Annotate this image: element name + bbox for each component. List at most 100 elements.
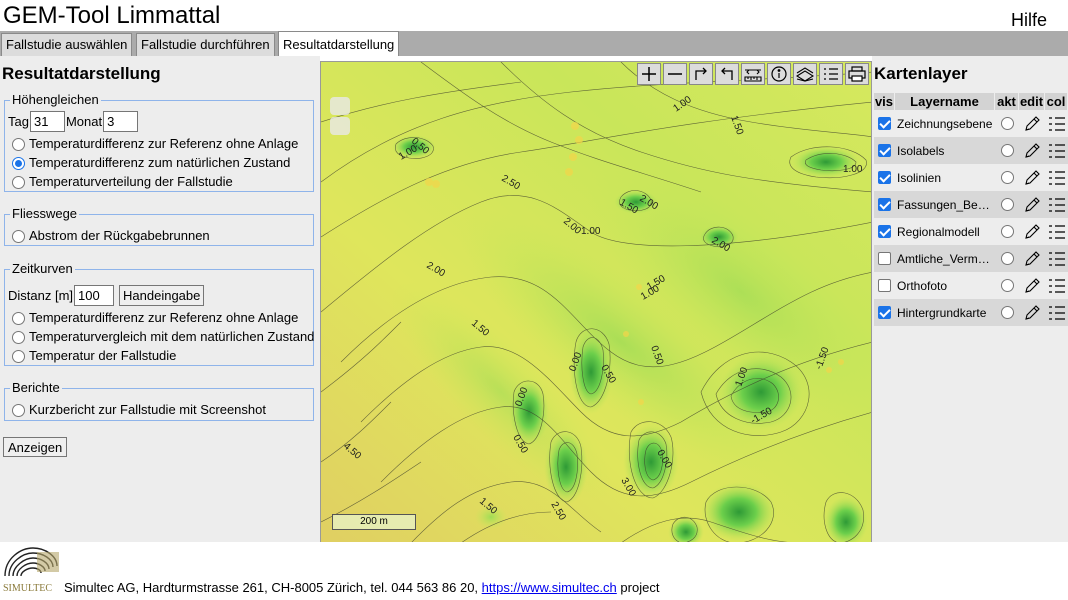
- redo-icon[interactable]: [715, 63, 739, 85]
- layer-active-radio[interactable]: [1000, 225, 1014, 238]
- radio-button[interactable]: [12, 330, 25, 344]
- distanz-input[interactable]: 100: [74, 285, 115, 306]
- radio-button[interactable]: [12, 349, 25, 363]
- tab-fallstudie-auswaehlen[interactable]: Fallstudie auswählen: [1, 33, 133, 56]
- layer-active-radio[interactable]: [1000, 306, 1014, 319]
- pencil-icon[interactable]: [1019, 304, 1045, 322]
- help-link[interactable]: Hilfe: [1011, 9, 1047, 31]
- distanz-row: Distanz [m] 100 Handeingabe: [8, 285, 205, 306]
- radio-option[interactable]: Temperatur der Fallstudie: [12, 348, 176, 364]
- list-icon[interactable]: [1045, 223, 1068, 241]
- list-icon[interactable]: [1045, 142, 1068, 160]
- layer-visibility-checkbox[interactable]: [878, 279, 891, 292]
- monat-input[interactable]: 3: [103, 111, 139, 132]
- map-toolbar: [637, 63, 869, 85]
- layer-visibility-checkbox[interactable]: [878, 252, 891, 265]
- layer-row: Regionalmodell: [874, 218, 1068, 245]
- layer-visibility-checkbox[interactable]: [878, 117, 891, 130]
- layer-row: Zeichnungsebene: [874, 110, 1068, 137]
- header-col: col: [1045, 93, 1068, 110]
- layer-visibility-checkbox[interactable]: [878, 306, 891, 319]
- layer-active-radio[interactable]: [1000, 117, 1014, 130]
- pencil-icon[interactable]: [1019, 196, 1045, 214]
- layer-visibility-checkbox[interactable]: [878, 144, 891, 157]
- website-link[interactable]: https://www.simultec.ch: [482, 580, 617, 595]
- radio-option[interactable]: Temperaturdifferenz zum natürlichen Zust…: [12, 155, 290, 171]
- group-legend: Zeitkurven: [10, 261, 75, 277]
- radio-option[interactable]: Temperaturvergleich mit dem natürlichen …: [12, 329, 314, 345]
- layer-table-header: vis Layername akt edit col: [874, 93, 1068, 110]
- pencil-icon[interactable]: [1019, 277, 1045, 295]
- radio-option[interactable]: Temperaturverteilung der Fallstudie: [12, 174, 233, 190]
- radio-button[interactable]: [12, 175, 25, 189]
- header-vis: vis: [874, 93, 895, 110]
- undo-icon[interactable]: [689, 63, 713, 85]
- layer-name: Isolabels: [897, 143, 945, 158]
- app-window: GEM-Tool Limmattal Hilfe Fallstudie ausw…: [0, 0, 1068, 600]
- layer-active-radio[interactable]: [1000, 171, 1014, 184]
- radio-label: Temperaturverteilung der Fallstudie: [29, 174, 233, 189]
- radio-option[interactable]: Temperaturdifferenz zur Referenz ohne An…: [12, 310, 298, 326]
- zoom-in-icon[interactable]: [637, 63, 661, 85]
- list-icon[interactable]: [1045, 250, 1068, 268]
- layer-name: Isolinien: [897, 170, 942, 185]
- radio-button[interactable]: [12, 403, 25, 417]
- layer-name: Amtliche_Vermessung: [897, 251, 995, 266]
- layer-row: Isolabels: [874, 137, 1068, 164]
- layer-active-radio[interactable]: [1000, 198, 1014, 211]
- radio-label: Temperaturvergleich mit dem natürlichen …: [29, 329, 315, 344]
- group-legend: Berichte: [10, 380, 62, 396]
- radio-button[interactable]: [12, 156, 25, 170]
- contour-label: 1.00: [581, 226, 601, 237]
- list-icon[interactable]: [1045, 277, 1068, 295]
- layer-name: Orthofoto: [897, 278, 948, 293]
- tab-fallstudie-durchfuehren[interactable]: Fallstudie durchführen: [136, 33, 275, 56]
- measure-icon[interactable]: [741, 63, 765, 85]
- list-icon[interactable]: [1045, 196, 1068, 214]
- map-zoom-out-button[interactable]: [330, 117, 350, 135]
- list-icon[interactable]: [1045, 115, 1068, 133]
- list-icon[interactable]: [1045, 169, 1068, 187]
- list-icon[interactable]: [819, 63, 843, 85]
- layer-rows: Zeichnungsebene Isolabels Isolinien Fassung…: [874, 110, 1068, 326]
- list-icon[interactable]: [1045, 304, 1068, 322]
- group-legend: Fliesswege: [10, 206, 80, 222]
- radio-label: Temperaturdifferenz zur Referenz ohne An…: [29, 136, 299, 151]
- radio-option[interactable]: Kurzbericht zur Fallstudie mit Screensho…: [12, 402, 266, 418]
- radio-option[interactable]: Abstrom der Rückgabebrunnen: [12, 228, 210, 244]
- layer-active-radio[interactable]: [1000, 144, 1014, 157]
- tab-resultatdarstellung[interactable]: Resultatdarstellung: [278, 31, 400, 56]
- radio-option[interactable]: Temperaturdifferenz zur Referenz ohne An…: [12, 136, 298, 152]
- layer-active-radio[interactable]: [1000, 252, 1014, 265]
- radio-button[interactable]: [12, 229, 25, 243]
- radio-label: Temperatur der Fallstudie: [29, 348, 177, 363]
- radio-button[interactable]: [12, 311, 25, 325]
- pencil-icon[interactable]: [1019, 142, 1045, 160]
- zoom-out-icon[interactable]: [663, 63, 687, 85]
- layer-visibility-checkbox[interactable]: [878, 198, 891, 211]
- pencil-icon[interactable]: [1019, 223, 1045, 241]
- pencil-icon[interactable]: [1019, 169, 1045, 187]
- print-icon[interactable]: [845, 63, 869, 85]
- handeingabe-button[interactable]: Handeingabe: [119, 285, 205, 306]
- layer-visibility-checkbox[interactable]: [878, 225, 891, 238]
- layers-icon[interactable]: [793, 63, 817, 85]
- map-zoom-in-button[interactable]: [330, 97, 350, 115]
- pencil-icon[interactable]: [1019, 250, 1045, 268]
- layer-row: Hintergrundkarte: [874, 299, 1068, 326]
- distanz-label: Distanz [m]: [8, 287, 74, 303]
- pencil-icon[interactable]: [1019, 115, 1045, 133]
- radio-button[interactable]: [12, 137, 25, 151]
- tag-input[interactable]: 31: [29, 111, 65, 132]
- anzeigen-button[interactable]: Anzeigen: [3, 437, 68, 457]
- tab-bar: Fallstudie auswählen Fallstudie durchfüh…: [0, 31, 1068, 56]
- map-zoom-control: [330, 97, 350, 135]
- panel-title: Kartenlayer: [874, 64, 968, 83]
- layer-active-radio[interactable]: [1000, 279, 1014, 292]
- layer-name: Hintergrundkarte: [897, 305, 987, 320]
- layer-row: Fassungen_Bestand: [874, 191, 1068, 218]
- fliesswege-group: Fliesswege Abstrom der Rückgabebrunnen: [4, 206, 314, 246]
- map-view[interactable]: 1.00 1.50 0.50 1.00 2.50 1.50 2.00 2.00 …: [320, 61, 872, 542]
- layer-visibility-checkbox[interactable]: [878, 171, 891, 184]
- info-icon[interactable]: [767, 63, 791, 85]
